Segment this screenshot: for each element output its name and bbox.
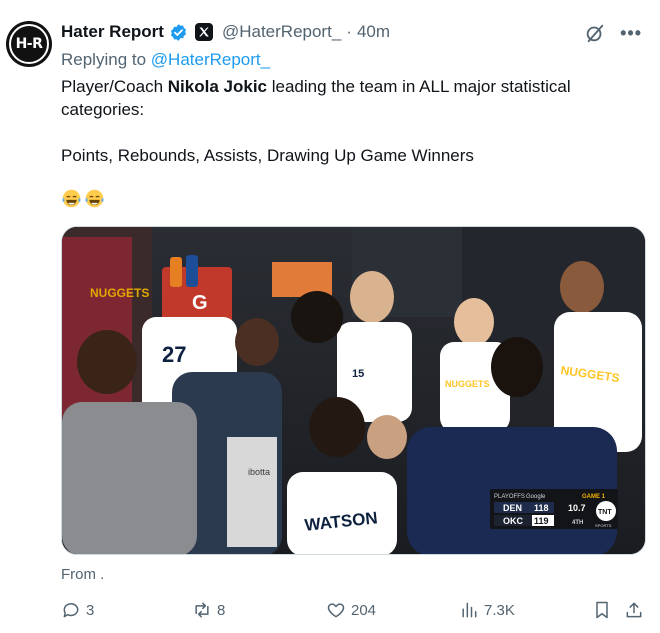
tweet: H-R Hater Report @HaterReport_ · 40m •••… [0,0,660,633]
reply-icon [63,603,79,618]
affiliate-x-badge-icon [194,23,213,41]
svg-text:27: 27 [162,342,186,367]
avatar-logo: H-R [9,24,49,64]
like-button[interactable]: 204 [326,599,376,621]
scorebug-score1: 118 [534,503,549,513]
repost-button[interactable]: 8 [192,599,225,621]
svg-text:15: 15 [352,368,364,380]
author-handle[interactable]: @HaterReport_ [222,22,341,42]
bookmark-icon [596,601,608,619]
tweet-action-bar: 3 8 204 7.3K [61,599,646,623]
verified-badge-icon [170,23,186,41]
tweet-text-bold: Nikola Jokic [167,77,267,96]
scorebug-sponsor: Google [526,494,546,500]
views-button[interactable]: 7.3K [459,599,515,621]
tweet-media-photo[interactable]: NUGGETS G 15 NUGGETS NUGGETS 27 WATSON i… [61,226,646,555]
avatar[interactable]: H-R [6,21,52,67]
tweet-top-actions: ••• [584,22,642,44]
repost-icon [195,602,209,618]
svg-text:G: G [192,292,208,314]
face-with-tears-of-joy-icon [85,189,104,208]
timestamp[interactable]: 40m [357,22,390,42]
scorebug-brand: PLAYOFFS [494,494,525,500]
scorebug-network: TNT [598,509,612,516]
jersey-text-nuggets-center: NUGGETS [445,379,490,389]
scorebug-clock: 10.7 [568,503,586,513]
like-count: 204 [351,601,377,619]
separator-dot: · [346,22,352,41]
scorebug: PLAYOFFS Google GAME 1 DEN 118 OKC 119 1… [490,489,618,529]
emoji-row [61,188,105,209]
grok-icon[interactable] [584,22,606,44]
repost-count: 8 [217,601,226,619]
replying-prefix: Replying to [61,50,151,69]
replying-handle-link[interactable]: @HaterReport_ [151,50,270,69]
bookmark-button[interactable] [592,599,612,621]
heart-icon [327,603,345,618]
reply-button[interactable]: 3 [61,599,94,621]
scorebug-period: 4TH [572,520,583,526]
basketball-huddle-photo: NUGGETS G 15 NUGGETS NUGGETS 27 WATSON i… [62,227,645,554]
analytics-bar-icon [462,602,477,618]
share-icon [626,602,642,618]
scorebug-team2: OKC [503,516,524,526]
replying-to: Replying to @HaterReport_ [61,50,270,70]
tweet-text: Player/Coach Nikola Jokic leading the te… [61,75,621,167]
author-name[interactable]: Hater Report [61,22,164,42]
scorebug-network-sub: SPORTS [595,523,612,528]
tweet-text-line2: Points, Rebounds, Assists, Drawing Up Ga… [61,146,474,165]
more-options-icon[interactable]: ••• [620,24,642,42]
face-with-tears-of-joy-icon [62,189,81,208]
sponsor-text-ibotta: ibotta [248,467,270,477]
tweet-header: Hater Report @HaterReport_ · 40m [61,20,390,44]
tweet-text-pre: Player/Coach [61,77,168,96]
scorebug-game: GAME 1 [582,494,606,500]
share-button[interactable] [624,599,644,621]
scorebug-score2: 119 [534,516,549,526]
jersey-text-nuggets-bench: NUGGETS [90,286,149,300]
views-count: 7.3K [484,601,515,619]
scorebug-team1: DEN [503,503,522,513]
from-source-label[interactable]: From . [61,566,104,583]
reply-count: 3 [86,601,95,619]
